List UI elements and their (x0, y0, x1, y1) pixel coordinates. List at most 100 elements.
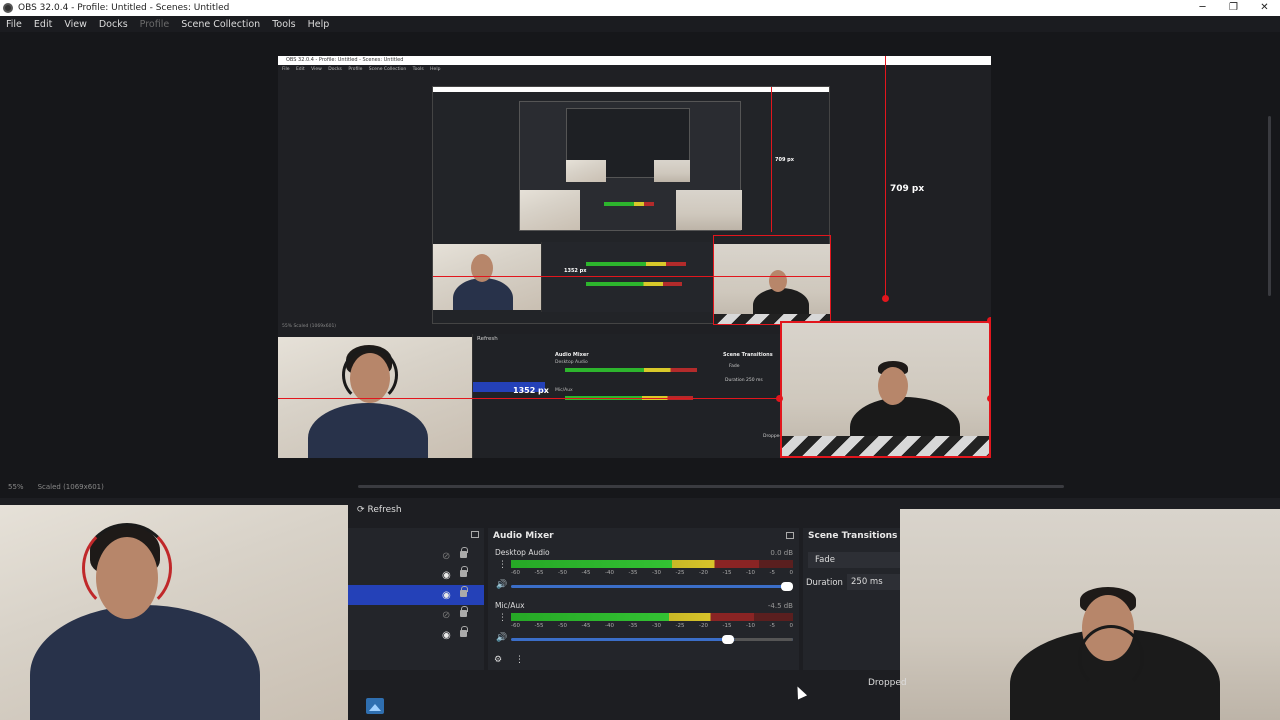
duration-input[interactable]: 250 ms (847, 574, 900, 590)
meter-level (511, 613, 754, 621)
tick-label: -20 (699, 623, 708, 629)
refresh-button[interactable]: ⟳ Refresh (353, 502, 405, 518)
lock-icon[interactable] (460, 606, 468, 617)
minimize-button[interactable]: ─ (1187, 0, 1218, 16)
source-row[interactable]: ⊘ (348, 605, 484, 625)
slider-knob[interactable] (721, 635, 734, 644)
audio-mixer-float-icon[interactable] (786, 532, 794, 539)
tick-label: -55 (534, 570, 544, 576)
menu-help[interactable]: Help (302, 19, 336, 30)
lock-icon[interactable] (460, 566, 468, 577)
tick-label: -5 (769, 570, 775, 576)
zoom-level[interactable]: 55% (8, 483, 24, 491)
webcam-left-body (30, 605, 260, 720)
speaker-icon[interactable]: 🔊 (496, 580, 507, 590)
eye-icon[interactable]: ◉ (442, 630, 451, 641)
tick-label: -35 (628, 570, 638, 576)
source-row[interactable]: ⊘ (348, 546, 484, 566)
handle-right[interactable] (987, 395, 991, 402)
window-controls: ─ ❐ ✕ (1187, 0, 1280, 16)
menu-view[interactable]: View (58, 19, 93, 30)
tick-label: -10 (746, 623, 755, 629)
captured-person-body (308, 403, 428, 458)
eye-hidden-icon[interactable]: ⊘ (442, 551, 450, 562)
volume-meter (511, 613, 793, 621)
tick-label: -5 (769, 623, 775, 629)
status-bar (348, 674, 900, 720)
menu-docks[interactable]: Docks (93, 19, 134, 30)
height-measure-label: 709 px (890, 184, 925, 194)
channel-name: Mic/Aux (495, 601, 525, 610)
menu-tools[interactable]: Tools (266, 19, 301, 30)
transition-select[interactable]: Fade (808, 552, 900, 568)
nested-inner-titlebar (433, 87, 829, 92)
width-measure-label: 1352 px (513, 386, 549, 395)
handle-top-right[interactable] (987, 317, 991, 324)
tick-label: -30 (652, 623, 661, 629)
handle-bottom-right[interactable] (987, 454, 991, 458)
nested-person-body (453, 278, 513, 310)
nested-guide-horizontal (433, 276, 831, 277)
preview-horizontal-scrollbar[interactable] (358, 485, 1064, 488)
restore-button[interactable]: ❐ (1218, 0, 1249, 16)
nested-camera-left (433, 244, 541, 310)
channel-db: 0.0 dB (770, 549, 793, 557)
close-button[interactable]: ✕ (1249, 0, 1280, 16)
menu-file[interactable]: File (0, 19, 28, 30)
source-row-selected[interactable]: ◉ (348, 585, 484, 605)
meter-ticks: -60 -55 -50 -45 -40 -35 -30 -25 -20 -15 -10 -5 0 (511, 623, 793, 631)
tick-label: -55 (534, 623, 544, 629)
duration-label: Duration (806, 578, 843, 588)
dropped-frames-label: Dropped (868, 678, 907, 688)
tick-label: -10 (746, 570, 755, 576)
lock-icon[interactable] (460, 586, 468, 597)
menu-profile[interactable]: Profile (134, 19, 176, 30)
captured-docks: Refresh Audio Mixer Desktop Audio Mic/Au… (472, 334, 782, 458)
menu-scene-collection[interactable]: Scene Collection (175, 19, 266, 30)
deeper-camera-left (566, 160, 606, 182)
eye-icon[interactable]: ◉ (442, 590, 451, 601)
menu-edit[interactable]: Edit (28, 19, 58, 30)
lock-icon[interactable] (460, 547, 468, 558)
taskbar-app-icon[interactable] (366, 698, 384, 714)
program-preview[interactable]: OBS 32.0.4 - Profile: Untitled - Scenes:… (278, 56, 991, 458)
slider-knob[interactable] (781, 582, 793, 591)
nested-menu-view: View (311, 67, 322, 72)
eye-hidden-icon[interactable]: ⊘ (442, 610, 450, 621)
nested-guide-vertical (771, 87, 772, 232)
deep-preview (519, 101, 742, 231)
guide-handle-top[interactable] (882, 295, 889, 302)
kebab-menu-icon[interactable]: ⋮ (498, 613, 507, 623)
nested-preview: 709 px 1352 px (432, 86, 831, 325)
volume-slider[interactable] (511, 635, 793, 644)
volume-slider[interactable] (511, 582, 793, 591)
captured-meter-1 (565, 368, 697, 372)
lock-icon[interactable] (460, 626, 468, 637)
handle-left[interactable] (776, 395, 783, 402)
sources-dock-float-icon[interactable] (471, 531, 479, 538)
mixer-footer: ⚙ ⋮ (494, 655, 524, 665)
nested-height-label: 709 px (775, 157, 794, 163)
mixer-menu-icon[interactable]: ⋮ (515, 655, 524, 665)
captured-duration-label: Duration (725, 378, 745, 383)
source-row[interactable]: ◉ (348, 565, 484, 585)
eye-icon[interactable]: ◉ (442, 570, 451, 581)
tick-label: -60 (511, 623, 520, 629)
tick-label: -25 (675, 570, 685, 576)
tick-label: -15 (722, 570, 732, 576)
webcam-overlay-right (900, 509, 1280, 720)
scale-mode[interactable]: Scaled (1069x601) (38, 483, 104, 491)
mixer-settings-icon[interactable]: ⚙ (494, 655, 502, 665)
speaker-icon[interactable]: 🔊 (496, 633, 507, 643)
captured-mic: Mic/Aux (555, 388, 573, 393)
source-row[interactable]: ◉ (348, 625, 484, 645)
selection-bounding-box[interactable] (780, 321, 991, 458)
nested-scale: Scaled (1069x601) (293, 324, 337, 329)
window-title: OBS 32.0.4 - Profile: Untitled - Scenes:… (18, 3, 230, 13)
preview-vertical-scrollbar[interactable] (1268, 116, 1271, 296)
nested-menu-docks: Docks (328, 67, 342, 72)
kebab-menu-icon[interactable]: ⋮ (498, 560, 507, 570)
channel-db: -4.5 dB (767, 602, 793, 610)
nested-width-label: 1352 px (564, 268, 587, 274)
meter-ticks: -60 -55 -50 -45 -40 -35 -30 -25 -20 -15 -10 -5 0 (511, 570, 793, 578)
